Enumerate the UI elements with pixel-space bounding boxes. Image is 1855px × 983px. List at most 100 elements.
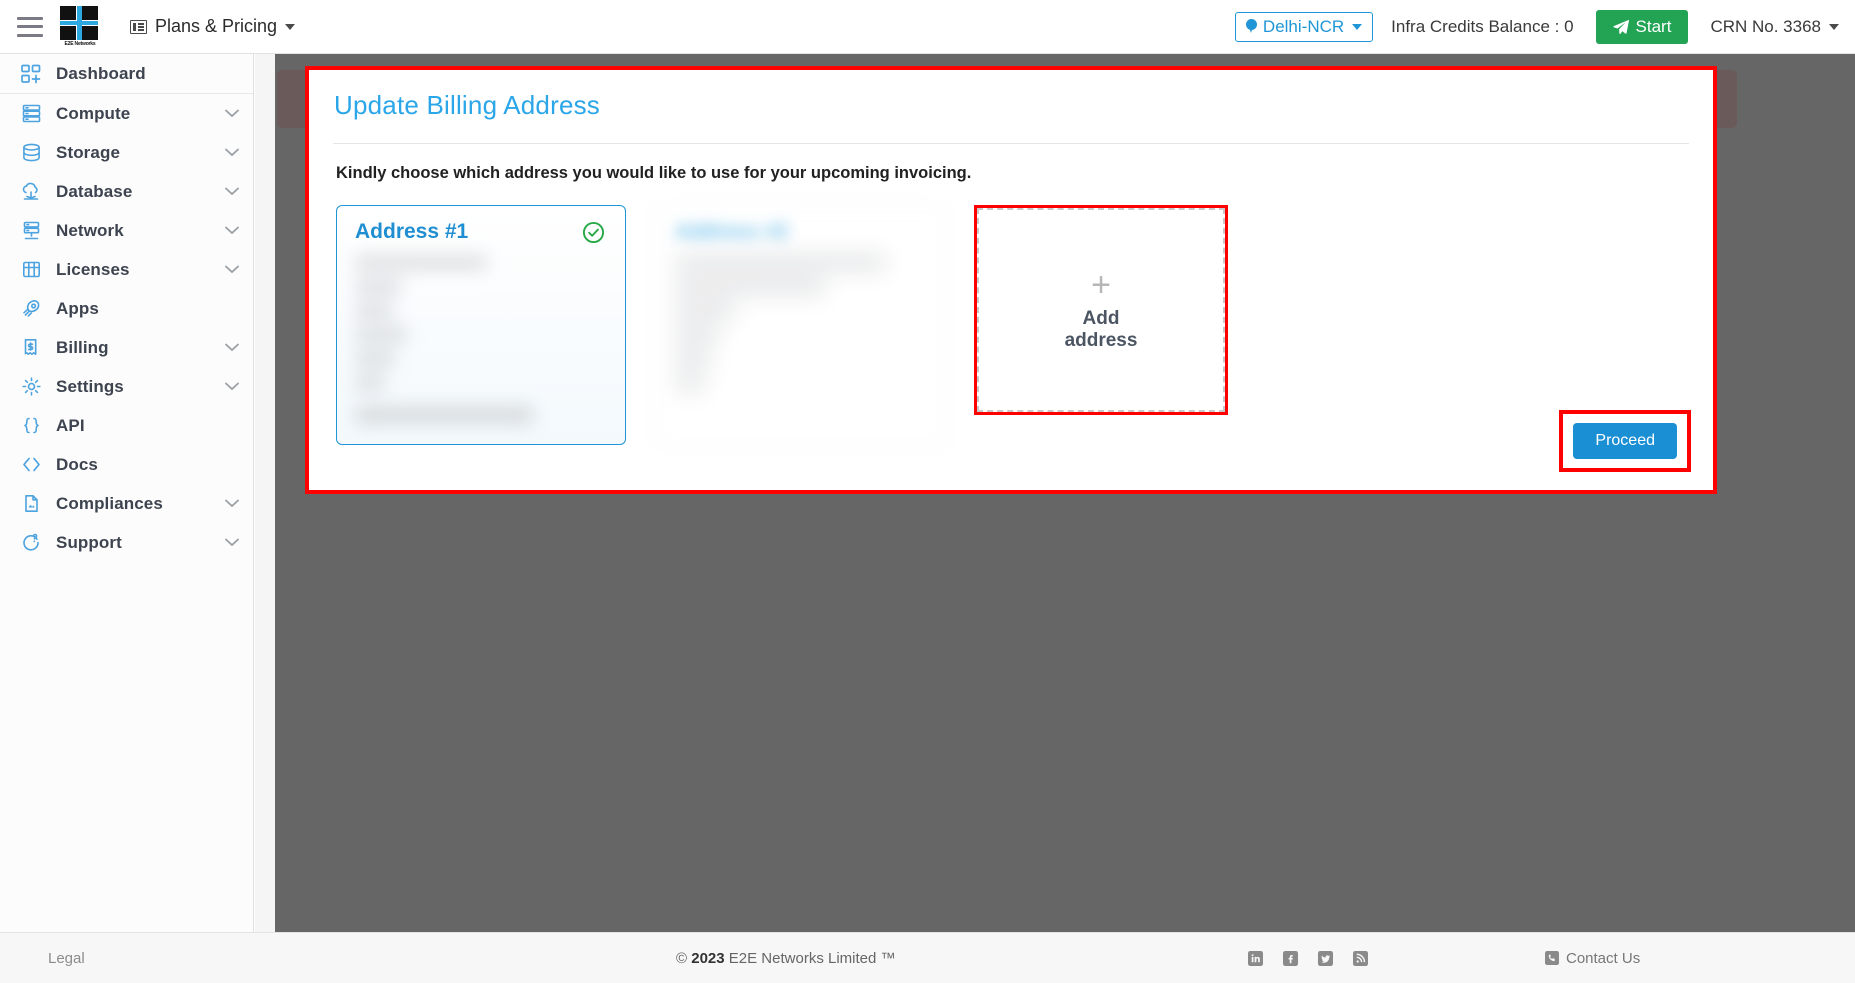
chevron-down-icon (225, 109, 239, 118)
plans-and-pricing-label: Plans & Pricing (155, 16, 278, 36)
sidebar-item-label: Storage (56, 142, 120, 162)
proceed-annotation-box: Proceed (1559, 410, 1691, 472)
sidebar-item-label: Apps (56, 298, 99, 318)
license-grid-icon (18, 258, 44, 282)
sidebar-item-label: Compute (56, 103, 131, 123)
add-address-annotation-box: + Add address (974, 205, 1228, 415)
address-card-title: Address #2 (675, 220, 789, 243)
infra-credits-balance: Infra Credits Balance : 0 (1391, 16, 1574, 36)
sidebar-item-label: Network (56, 220, 124, 240)
page-footer: Legal © 2023 E2E Networks Limited ™ Cont… (0, 932, 1855, 983)
sidebar-item-database[interactable]: Database (0, 172, 253, 211)
phone-icon (1545, 951, 1559, 965)
address-card-header: Address #2 (657, 206, 945, 244)
sidebar-item-api[interactable]: API (0, 406, 253, 445)
chevron-down-icon (225, 538, 239, 547)
logo-caption: E2E Networks (64, 40, 96, 47)
address-card-header: Address #1 (337, 206, 625, 244)
crn-dropdown[interactable]: CRN No. 3368 (1710, 17, 1839, 37)
copyright-year: 2023 (691, 949, 725, 967)
gear-icon (18, 375, 44, 399)
sidebar-item-licenses[interactable]: Licenses (0, 250, 253, 289)
plans-and-pricing-dropdown[interactable]: Plans & Pricing (124, 12, 301, 41)
address-card-2[interactable]: Address #2 (656, 205, 946, 445)
chevron-down-icon (1829, 23, 1839, 30)
facebook-icon[interactable] (1283, 950, 1298, 966)
add-address-label-line2: address (1064, 330, 1138, 351)
sidebar-item-apps[interactable]: Apps (0, 289, 253, 328)
sidebar-item-label: API (56, 415, 85, 435)
code-icon (18, 453, 44, 477)
paper-plane-icon (1612, 19, 1629, 34)
chevron-down-icon (1352, 23, 1363, 30)
e2e-networks-logo[interactable]: E2E Networks (60, 5, 100, 48)
invoice-icon (18, 336, 44, 360)
chevron-down-icon (285, 23, 296, 30)
update-billing-address-modal: Update Billing Address Kindly choose whi… (305, 66, 1717, 494)
sidebar-item-dashboard[interactable]: Dashboard (0, 54, 253, 94)
sidebar-item-label: Billing (56, 337, 109, 357)
twitter-icon[interactable] (1318, 950, 1333, 966)
list-icon (130, 19, 147, 34)
sidebar-item-label: Support (56, 532, 122, 552)
braces-icon (18, 414, 44, 438)
start-button[interactable]: Start (1595, 9, 1689, 44)
rss-icon[interactable] (1353, 950, 1368, 966)
page-title: Update Billing Address (334, 90, 600, 120)
contact-us-label: Contact Us (1566, 949, 1641, 967)
app-root: E2E Networks Plans & Pricing Delhi-NCR I… (0, 0, 1855, 983)
topbar-right-group: Delhi-NCR Infra Credits Balance : 0 Star… (1234, 9, 1855, 44)
region-label: Delhi-NCR (1262, 16, 1345, 36)
chevron-down-icon (225, 148, 239, 157)
sidebar-item-label: Database (56, 181, 133, 201)
server-icon (18, 102, 44, 126)
sidebar-item-storage[interactable]: Storage (0, 133, 253, 172)
add-address-card[interactable]: + Add address (977, 208, 1225, 412)
sidebar-item-label: Docs (56, 454, 98, 474)
dashboard-icon (18, 62, 44, 86)
contact-us-link[interactable]: Contact Us (1545, 950, 1640, 967)
sidebar-item-label: Dashboard (56, 63, 146, 83)
proceed-button[interactable]: Proceed (1573, 423, 1677, 459)
copyright-company: E2E Networks Limited ™ (728, 949, 896, 967)
hamburger-icon[interactable] (17, 16, 43, 37)
document-icon (18, 492, 44, 516)
top-navigation-bar: E2E Networks Plans & Pricing Delhi-NCR I… (0, 0, 1855, 54)
location-pin-icon (1245, 19, 1257, 34)
sidebar-item-support[interactable]: Support (0, 523, 253, 562)
address-card-details-redacted (657, 244, 945, 389)
linkedin-icon[interactable] (1248, 950, 1263, 966)
add-address-label-line1: Add (1082, 308, 1120, 330)
sidebar-item-docs[interactable]: Docs (0, 445, 253, 484)
crn-label: CRN No. 3368 (1710, 16, 1821, 36)
chevron-down-icon (225, 187, 239, 196)
start-label: Start (1635, 16, 1672, 36)
sidebar-item-label: Settings (56, 376, 124, 396)
region-selector[interactable]: Delhi-NCR (1234, 11, 1374, 42)
sidebar-item-settings[interactable]: Settings (0, 367, 253, 406)
sidebar-item-label: Compliances (56, 493, 163, 513)
sidebar-item-billing[interactable]: Billing (0, 328, 253, 367)
network-icon (18, 219, 44, 243)
chevron-down-icon (225, 343, 239, 352)
chevron-down-icon (225, 226, 239, 235)
sidebar-item-compute[interactable]: Compute (0, 94, 253, 133)
modal-instruction-text: Kindly choose which address you would li… (336, 164, 972, 182)
footer-social-links (1248, 950, 1368, 966)
sidebar-item-network[interactable]: Network (0, 211, 253, 250)
copyright-text: © 2023 E2E Networks Limited ™ (676, 950, 896, 967)
address-card-1[interactable]: Address #1 (336, 205, 626, 445)
rocket-icon (18, 297, 44, 321)
address-cards-row: Address #1 Address #2 + Add address (309, 183, 1713, 445)
sidebar-navigation: Dashboard Compute Storage Database Netwo… (0, 54, 254, 932)
lifebuoy-icon (18, 531, 44, 555)
address-card-details-redacted (337, 244, 625, 423)
sidebar-item-label: Licenses (56, 259, 130, 279)
chevron-down-icon (225, 265, 239, 274)
legal-link[interactable]: Legal (48, 950, 85, 967)
copyright-symbol: © (676, 949, 688, 967)
plus-icon: + (1091, 266, 1111, 305)
logo-grid-icon (60, 5, 98, 40)
sidebar-item-compliances[interactable]: Compliances (0, 484, 253, 523)
cloud-db-icon (18, 180, 44, 204)
